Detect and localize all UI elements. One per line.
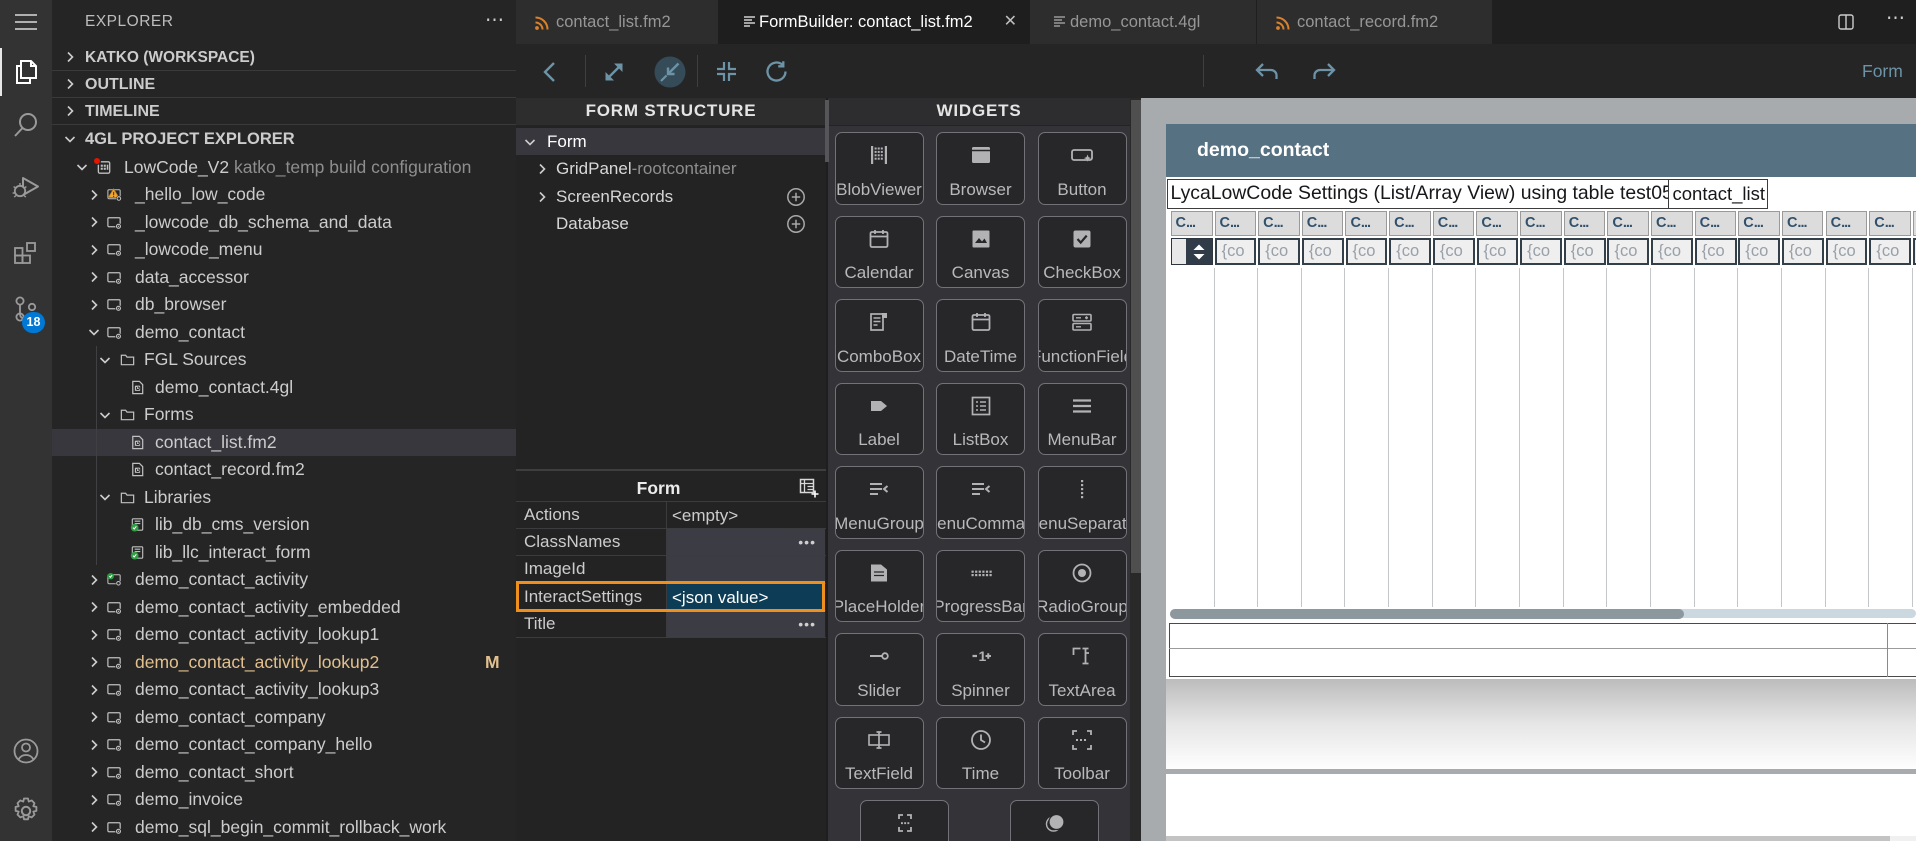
svg-text:1: 1 — [978, 648, 986, 664]
